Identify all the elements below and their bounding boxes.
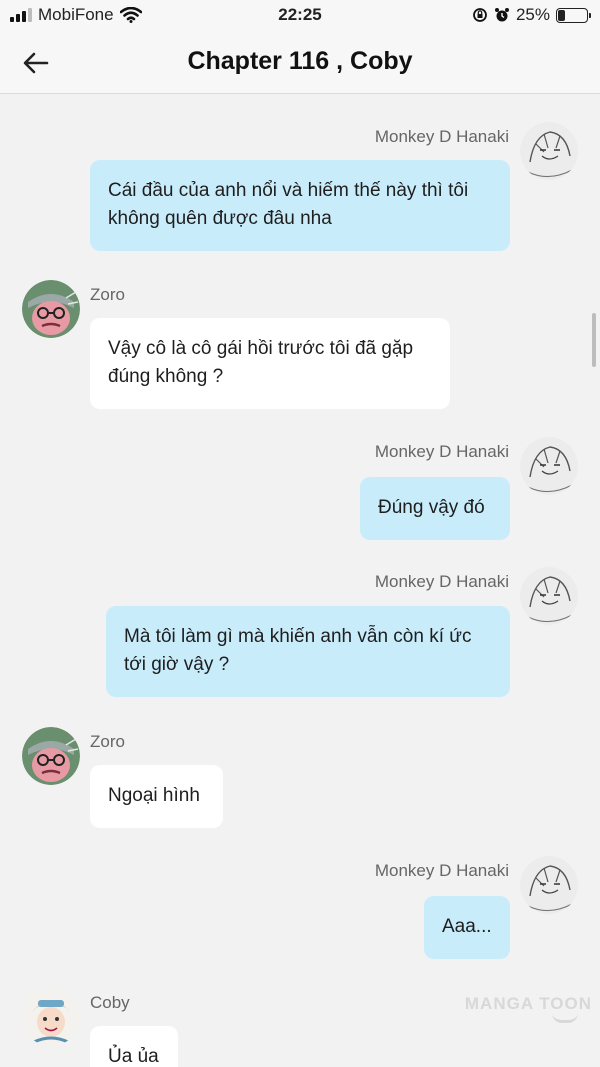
- message-bubble: Aaa...: [424, 896, 510, 959]
- avatar[interactable]: [22, 727, 80, 785]
- message-bubble: Đúng vậy đó: [360, 477, 510, 540]
- scrollbar[interactable]: [592, 313, 596, 367]
- sender-name: Monkey D Hanaki: [374, 861, 509, 880]
- watermark-smile-icon: [552, 1013, 578, 1023]
- message-bubble: Mà tôi làm gì mà khiến anh vẫn còn kí ức…: [106, 606, 510, 697]
- alarm-icon: [494, 8, 509, 22]
- avatar[interactable]: [520, 437, 578, 495]
- avatar[interactable]: [22, 280, 80, 338]
- sender-name: Monkey D Hanaki: [374, 442, 509, 461]
- avatar[interactable]: [520, 567, 578, 625]
- sender-name: Monkey D Hanaki: [374, 127, 509, 146]
- message-bubble: Cái đầu của anh nổi và hiếm thế này thì …: [90, 160, 510, 251]
- battery-icon: [556, 7, 591, 23]
- avatar[interactable]: [520, 856, 578, 914]
- coby-avatar-icon: [22, 988, 80, 1046]
- watermark: MANGA TOON: [464, 994, 592, 1013]
- battery-percent: 25%: [515, 5, 550, 24]
- sender-name: Monkey D Hanaki: [374, 572, 509, 591]
- zoro-avatar-icon: [22, 727, 80, 785]
- message-bubble: Vậy cô là cô gái hồi trước tôi đã gặp đú…: [90, 318, 450, 409]
- zoro-avatar-icon: [22, 280, 80, 338]
- avatar[interactable]: [520, 122, 578, 180]
- sketch-character-avatar-icon: [520, 567, 578, 625]
- sketch-character-avatar-icon: [520, 856, 578, 914]
- message-bubble: Ủa ủa: [90, 1026, 178, 1067]
- page-title: Chapter 116 , Coby: [187, 47, 413, 75]
- sketch-character-avatar-icon: [520, 437, 578, 495]
- avatar[interactable]: [22, 988, 80, 1046]
- sketch-character-avatar-icon: [520, 122, 578, 180]
- sender-name: Coby: [90, 993, 130, 1012]
- sender-name: Zoro: [90, 285, 125, 304]
- message-bubble: Ngoại hình: [90, 765, 223, 828]
- status-bar: MobiFone 22:25 25%: [0, 0, 600, 32]
- app-bar: Chapter 116 , Coby: [0, 32, 600, 94]
- orientation-lock-icon: [473, 8, 487, 22]
- sender-name: Zoro: [90, 732, 125, 751]
